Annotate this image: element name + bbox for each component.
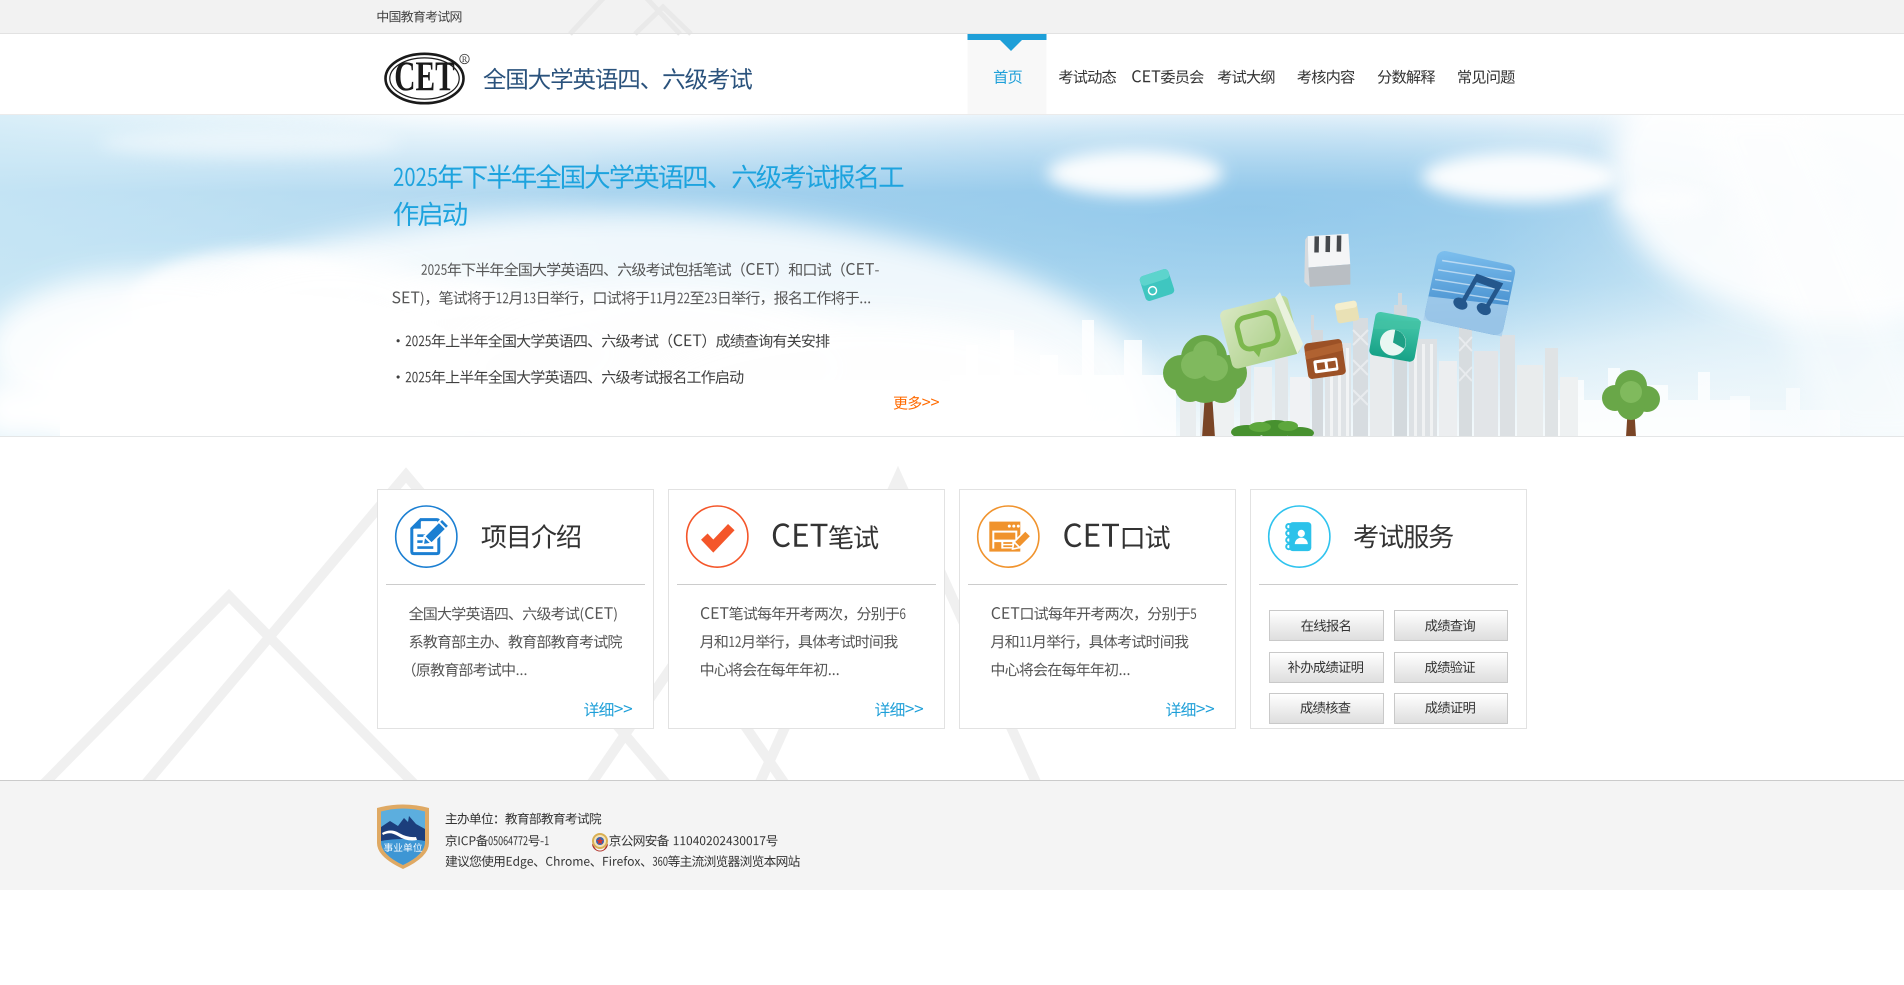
svg-text:CET: CET bbox=[394, 53, 454, 99]
svg-text:R: R bbox=[462, 55, 468, 64]
